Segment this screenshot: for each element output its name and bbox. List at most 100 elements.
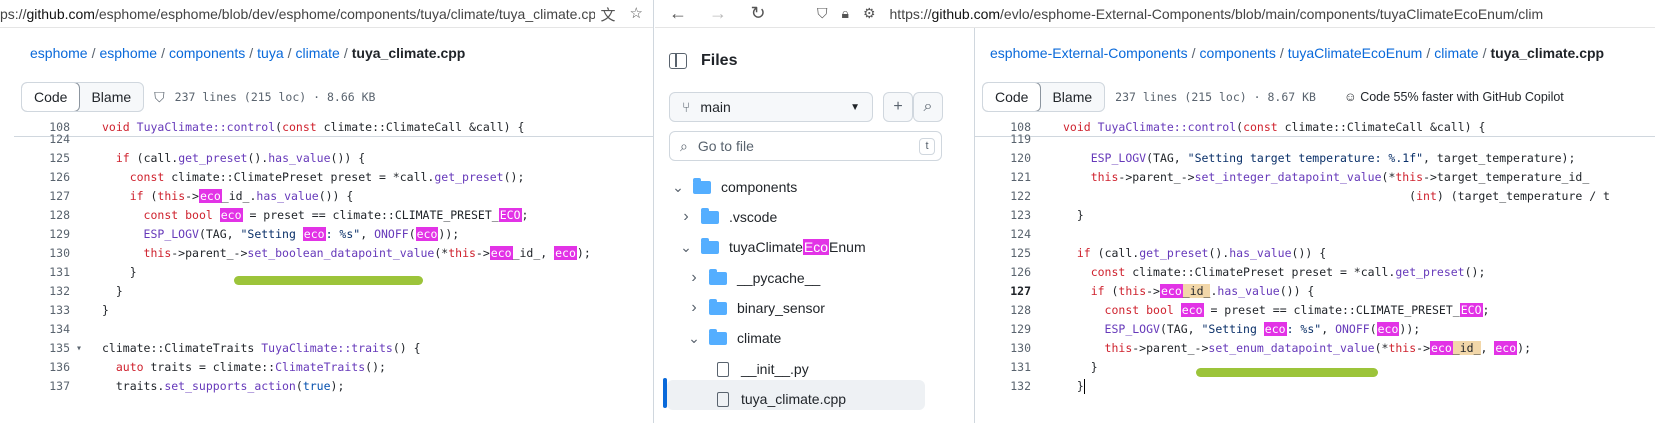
line-number[interactable]: 125 bbox=[14, 149, 70, 168]
chevron-down-icon[interactable]: ⌄ bbox=[679, 239, 693, 256]
add-file-button[interactable]: + bbox=[883, 92, 913, 122]
search-match: eco bbox=[302, 227, 326, 241]
line-number[interactable]: 130 bbox=[975, 339, 1031, 358]
breadcrumb-link[interactable]: esphome bbox=[99, 45, 157, 61]
left-address-bar[interactable]: ps://github.com/esphome/esphome/blob/dev… bbox=[0, 0, 653, 28]
code-token: const bbox=[1090, 265, 1126, 279]
chevron-right-icon[interactable]: › bbox=[687, 299, 701, 317]
code-token: "Setting eco: %s" bbox=[1201, 322, 1322, 336]
back-arrow-icon[interactable]: ← bbox=[669, 3, 687, 24]
breadcrumb-link[interactable]: climate bbox=[1434, 45, 1478, 61]
breadcrumb-current: tuya_climate.cpp bbox=[1490, 45, 1605, 61]
code-token: this bbox=[1090, 170, 1119, 184]
go-to-file-input[interactable]: ⌕ Go to file t bbox=[669, 131, 942, 161]
breadcrumb-link[interactable]: esphome bbox=[30, 45, 88, 61]
go-to-file-placeholder: Go to file bbox=[697, 138, 754, 154]
breadcrumb-link[interactable]: tuya bbox=[257, 45, 283, 61]
chevron-down-icon[interactable]: ⌄ bbox=[671, 179, 685, 196]
breadcrumb-link[interactable]: climate bbox=[296, 45, 340, 61]
line-number[interactable]: 124 bbox=[975, 225, 1031, 244]
code-line: 132 } bbox=[975, 377, 1655, 396]
tree-item[interactable]: __init__.py bbox=[695, 354, 809, 384]
line-number[interactable]: 124 bbox=[14, 130, 70, 149]
folder-icon bbox=[693, 177, 711, 194]
line-number[interactable]: 129 bbox=[14, 225, 70, 244]
line-number[interactable]: 129 bbox=[975, 320, 1031, 339]
breadcrumb-link[interactable]: components bbox=[169, 45, 245, 61]
tree-item[interactable]: › .vscode bbox=[679, 202, 777, 232]
code-token: get_preset bbox=[1139, 246, 1209, 260]
search-match: Eco bbox=[802, 239, 830, 255]
copilot-icon: ☺ bbox=[1343, 90, 1357, 104]
tree-item[interactable]: ⌄ climate bbox=[687, 323, 781, 353]
code-token: this bbox=[448, 246, 476, 260]
chevron-down-icon[interactable]: ⌄ bbox=[687, 330, 701, 347]
code-line-text: if (call.get_preset().has_value()) { bbox=[115, 151, 366, 165]
breadcrumb-link[interactable]: tuyaClimateEcoEnum bbox=[1288, 45, 1423, 61]
search-icon: ⌕ bbox=[923, 98, 933, 115]
line-number[interactable]: 120 bbox=[975, 149, 1031, 168]
line-number[interactable]: 123 bbox=[975, 206, 1031, 225]
breadcrumb-link[interactable]: esphome-External-Components bbox=[990, 45, 1188, 61]
code-line: 128 const bool eco = preset == climate::… bbox=[975, 301, 1655, 320]
line-number[interactable]: 119 bbox=[975, 130, 1031, 149]
line-number[interactable]: 132 bbox=[975, 377, 1031, 396]
line-number[interactable]: 132 bbox=[14, 282, 70, 301]
tree-item[interactable]: ⌄ components bbox=[671, 172, 797, 202]
left-url-path: /esphome/esphome/blob/dev/esphome/compon… bbox=[94, 5, 604, 22]
star-icon[interactable]: ☆ bbox=[630, 4, 643, 25]
code-token: const bbox=[143, 208, 179, 222]
code-line: ▾ 135 climate::ClimateTraits TuyaClimate::… bbox=[14, 339, 653, 358]
left-code-tab[interactable]: Code bbox=[22, 83, 81, 111]
line-number[interactable]: 128 bbox=[975, 301, 1031, 320]
line-number[interactable]: 133 bbox=[14, 301, 70, 320]
left-url-prefix: ps:// bbox=[0, 5, 27, 22]
line-number[interactable]: 127 bbox=[975, 282, 1031, 301]
breadcrumb-separator: / bbox=[161, 45, 165, 61]
line-number[interactable]: 136 bbox=[14, 358, 70, 377]
shield-icon[interactable]: ⛉ bbox=[817, 5, 828, 22]
reload-icon[interactable]: ↻ bbox=[749, 3, 767, 24]
line-number[interactable]: 134 bbox=[14, 320, 70, 339]
copilot-promo[interactable]: ☺ Code 55% faster with GitHub Copilot bbox=[1344, 90, 1564, 104]
left-blame-tab[interactable]: Blame bbox=[79, 83, 143, 111]
code-token: set_enum_datapoint_value bbox=[1208, 341, 1375, 355]
chevron-down-icon[interactable]: ▾ bbox=[76, 339, 82, 358]
breadcrumb-separator: / bbox=[287, 45, 292, 61]
chevron-right-icon[interactable]: › bbox=[679, 208, 693, 226]
branch-selector[interactable]: ⑂ main ▼ bbox=[669, 92, 873, 122]
lock-icon[interactable]: 🔒︎ bbox=[842, 5, 849, 22]
line-number[interactable]: 126 bbox=[975, 263, 1031, 282]
line-number[interactable]: 122 bbox=[975, 187, 1031, 206]
forward-arrow-icon[interactable]: → bbox=[709, 3, 727, 24]
code-token: ONOFF bbox=[374, 227, 409, 241]
line-number[interactable]: 135 bbox=[14, 339, 70, 358]
code-line-text: } bbox=[1063, 379, 1085, 394]
search-files-button[interactable]: ⌕ bbox=[913, 92, 943, 122]
line-number[interactable]: 121 bbox=[975, 168, 1031, 187]
right-address-bar[interactable]: ← → ↻ ⛉ 🔒︎ ⚙ https://github.com/evlo/esp… bbox=[655, 0, 1655, 28]
tree-item[interactable]: › __pycache__ bbox=[687, 263, 820, 293]
tree-item[interactable]: ⌄ tuyaClimateEcoEnum bbox=[679, 232, 866, 262]
code-line-text: const bool eco = preset == climate::CLIM… bbox=[143, 208, 529, 222]
line-number[interactable]: 126 bbox=[14, 168, 70, 187]
code-line-text: if (this->eco_id_.has_value()) { bbox=[129, 189, 354, 203]
line-number[interactable]: 127 bbox=[14, 187, 70, 206]
line-number[interactable]: 131 bbox=[14, 263, 70, 282]
line-number[interactable]: 131 bbox=[975, 358, 1031, 377]
line-number[interactable]: 137 bbox=[14, 377, 70, 396]
breadcrumb-link[interactable]: components bbox=[1200, 45, 1276, 61]
right-blame-tab[interactable]: Blame bbox=[1040, 83, 1104, 111]
permissions-icon[interactable]: ⚙ bbox=[863, 5, 876, 22]
tree-item[interactable]: tuya_climate.cpp bbox=[695, 384, 846, 414]
tree-item[interactable]: › binary_sensor bbox=[687, 293, 825, 323]
chevron-right-icon[interactable]: › bbox=[687, 269, 701, 287]
code-token: TuyaClimate::traits bbox=[261, 341, 393, 355]
line-number[interactable]: 125 bbox=[975, 244, 1031, 263]
line-number[interactable]: 128 bbox=[14, 206, 70, 225]
right-code-tab[interactable]: Code bbox=[983, 83, 1042, 111]
translate-icon[interactable]: 文 bbox=[601, 4, 616, 25]
code-token: this bbox=[157, 189, 186, 203]
line-number[interactable]: 130 bbox=[14, 244, 70, 263]
sidebar-collapse-icon[interactable] bbox=[669, 53, 687, 69]
